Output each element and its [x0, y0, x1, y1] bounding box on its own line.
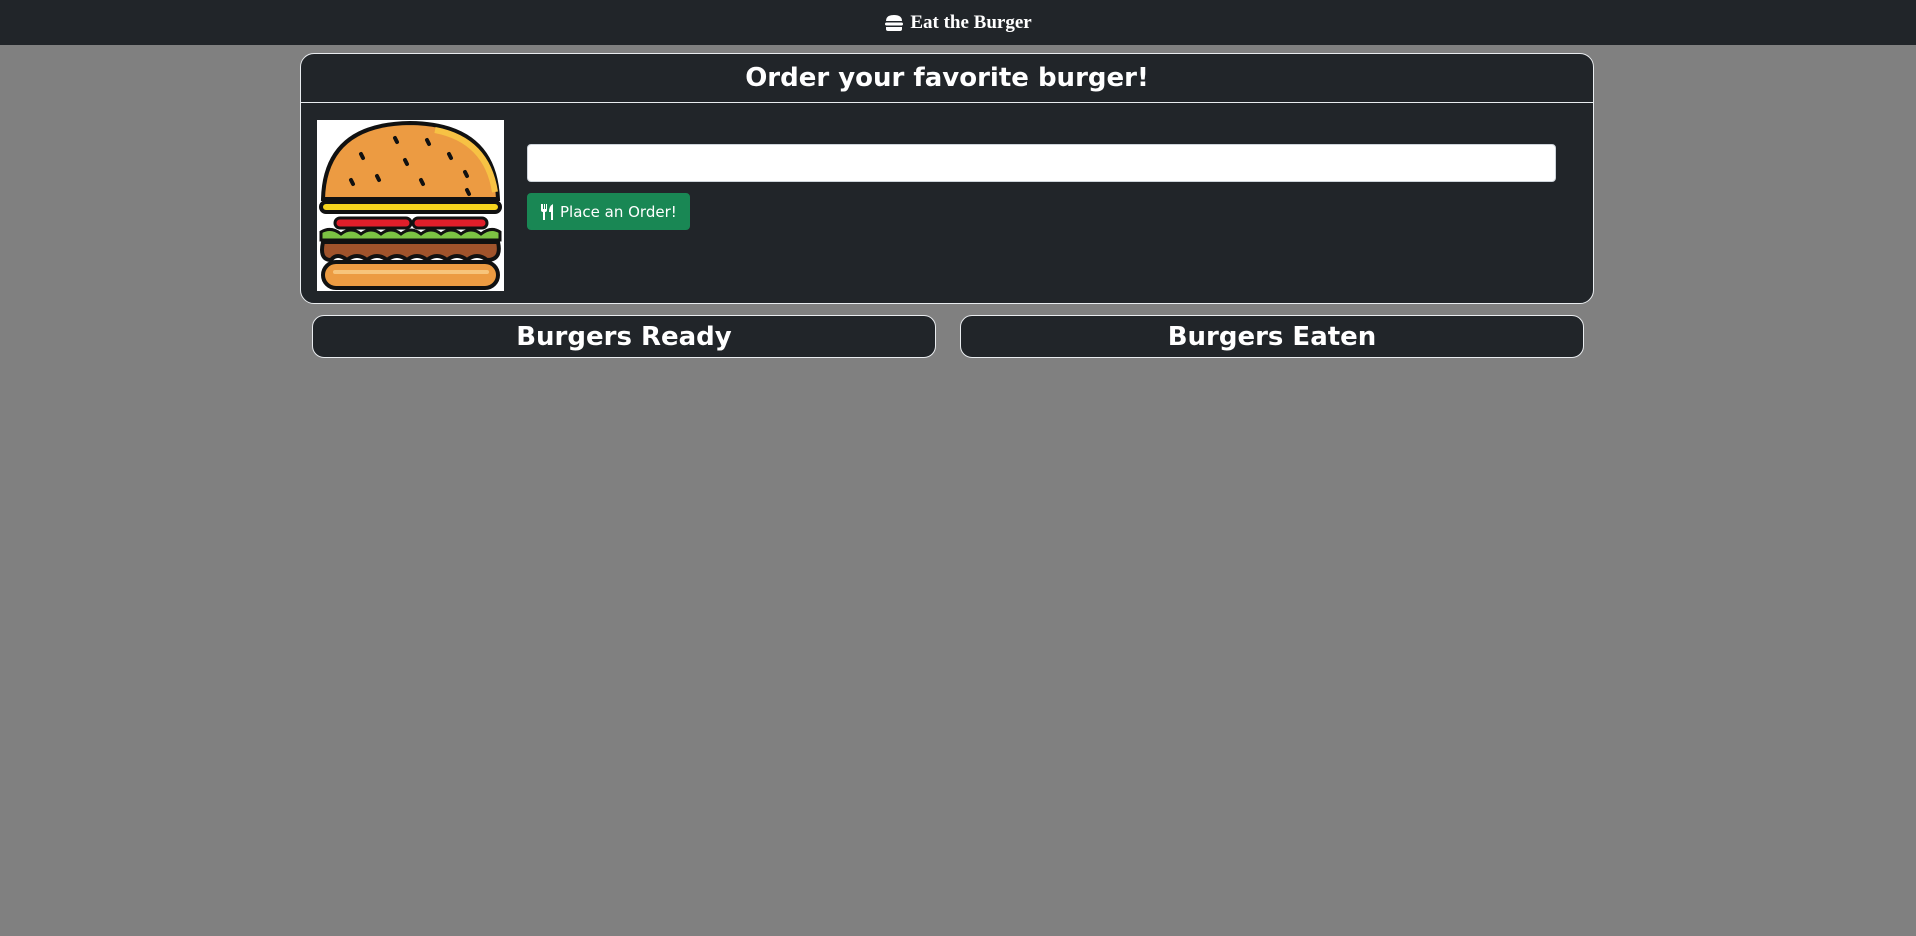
hamburger-icon	[884, 13, 904, 33]
burger-image	[317, 120, 504, 291]
order-card: Order your favorite burger! Place an Ord…	[300, 53, 1594, 304]
burgers-ready-panel: Burgers Ready	[312, 315, 936, 358]
burgers-eaten-title: Burgers Eaten	[1167, 321, 1377, 352]
place-order-button[interactable]: Place an Order!	[527, 193, 690, 230]
place-order-label: Place an Order!	[560, 202, 677, 221]
utensils-icon	[540, 203, 554, 220]
navbar: Eat the Burger	[0, 0, 1916, 45]
burgers-eaten-panel: Burgers Eaten	[960, 315, 1584, 358]
navbar-brand[interactable]: Eat the Burger	[884, 11, 1032, 34]
brand-text: Eat the Burger	[910, 11, 1032, 33]
burger-name-input[interactable]	[527, 144, 1556, 182]
burgers-ready-title: Burgers Ready	[516, 321, 732, 352]
order-card-title: Order your favorite burger!	[301, 54, 1593, 103]
